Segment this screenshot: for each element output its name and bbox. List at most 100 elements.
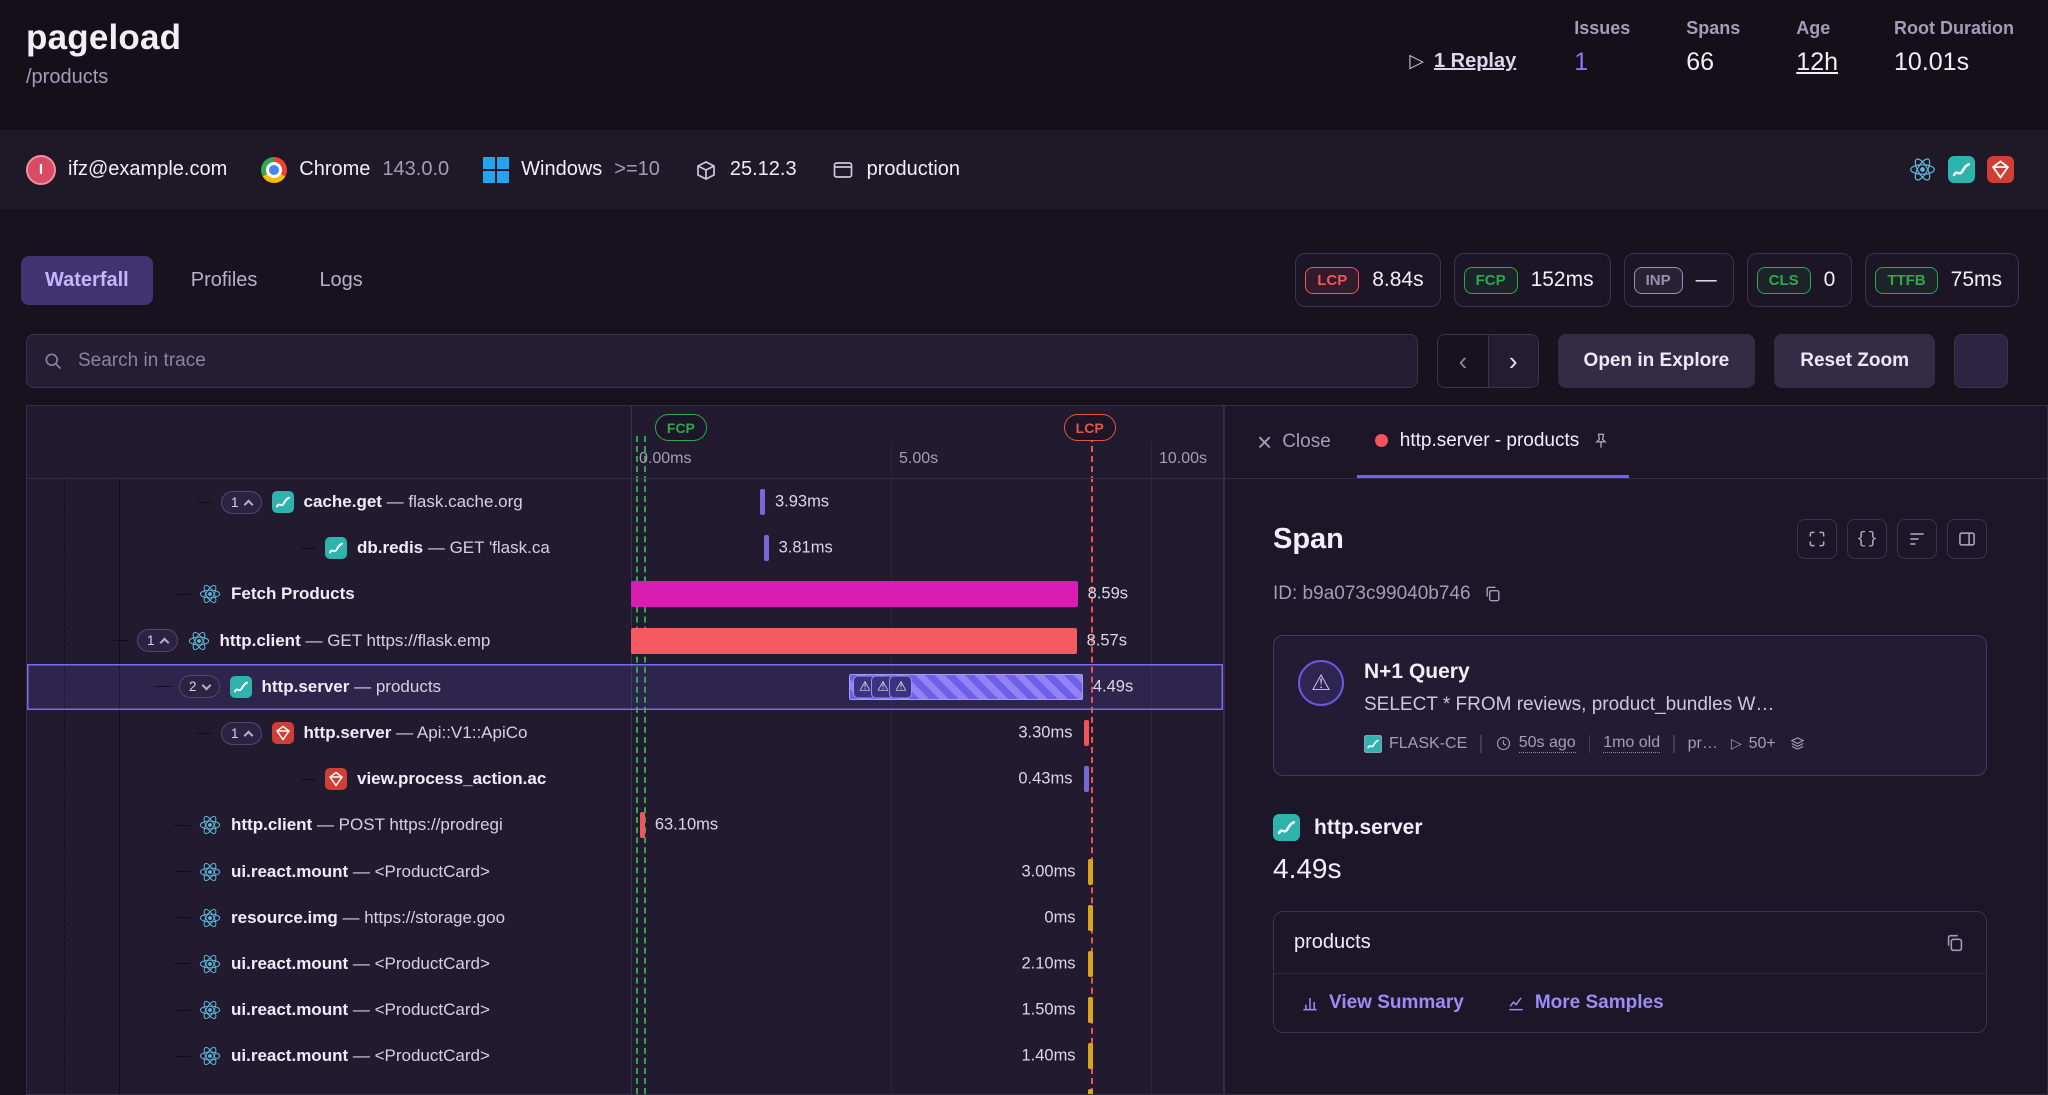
- span-bar[interactable]: [1088, 997, 1093, 1023]
- json-view-button[interactable]: { }: [1847, 519, 1887, 559]
- vital-cls[interactable]: CLS0: [1747, 253, 1853, 307]
- layout-toggle-button[interactable]: [1947, 519, 1987, 559]
- issue-replay-count[interactable]: ▷ 50+: [1731, 735, 1776, 753]
- issue-age[interactable]: 50s ago: [1495, 734, 1576, 753]
- stat-label: Issues: [1574, 18, 1630, 39]
- release-chip[interactable]: 25.12.3: [694, 158, 797, 182]
- replay-link[interactable]: ▷ 1 Replay: [1409, 50, 1516, 73]
- more-samples-link[interactable]: More Samples: [1500, 991, 1670, 1015]
- stat-label: Age: [1796, 18, 1838, 39]
- span-duration-label: 1.50ms: [1021, 1001, 1075, 1020]
- trace-waterfall: 0.00ms5.00s10.00sFCPLCP 1cache.get — fla…: [26, 405, 1224, 1095]
- stat-value: 66: [1686, 48, 1740, 77]
- span-bar[interactable]: [1088, 905, 1093, 931]
- view-summary-link[interactable]: View Summary: [1294, 991, 1470, 1015]
- user-chip[interactable]: I ifz@example.com: [26, 155, 227, 185]
- copy-icon[interactable]: [1483, 584, 1503, 604]
- stat-value[interactable]: 12h: [1796, 48, 1838, 77]
- span-row[interactable]: http.client — POST https://prodregi63.10…: [27, 802, 1223, 848]
- span-row[interactable]: ui.react.mount — <ProductCard>2.10ms: [27, 941, 1223, 987]
- page-subtitle: /products: [26, 66, 181, 89]
- stat-spans: Spans66: [1686, 18, 1740, 77]
- issue-first-seen[interactable]: 1mo old: [1603, 734, 1660, 753]
- span-bar[interactable]: [1088, 1089, 1093, 1094]
- react-icon: [199, 583, 221, 605]
- span-duration-label: 3.30ms: [1018, 724, 1072, 743]
- expand-chip[interactable]: 2: [179, 675, 220, 698]
- vital-tag: INP: [1634, 267, 1683, 294]
- issue-card[interactable]: ⚠ N+1 Query SELECT * FROM reviews, produ…: [1273, 635, 1987, 776]
- focus-icon: [1807, 529, 1827, 549]
- browser-chip[interactable]: Chrome 143.0.0: [261, 157, 449, 183]
- span-row[interactable]: 1cache.get — flask.cache.org3.93ms: [27, 479, 1223, 525]
- prev-button[interactable]: ‹: [1438, 335, 1488, 387]
- tab-logs[interactable]: Logs: [295, 256, 386, 305]
- clock-icon: [1495, 735, 1512, 752]
- settings-button[interactable]: [1954, 334, 2008, 388]
- issue-assignee: pr…: [1688, 735, 1718, 753]
- focus-span-button[interactable]: [1797, 519, 1837, 559]
- span-row[interactable]: ui.react.mount — <ProductCard>3.00ms: [27, 849, 1223, 895]
- span-name: cache.get — flask.cache.org: [304, 492, 523, 512]
- span-bar[interactable]: [760, 489, 765, 515]
- span-actions: { }: [1797, 519, 1987, 559]
- span-row[interactable]: resource.img — https://storage.goo0ms: [27, 895, 1223, 941]
- span-row[interactable]: ui.react.mount — <ProductCard>1.40ms: [27, 1033, 1223, 1079]
- span-description-card: products View Summary More Samples: [1273, 911, 1987, 1033]
- span-bar[interactable]: [1088, 1043, 1093, 1069]
- span-row[interactable]: 2http.server — products⚠⚠⚠4.49s: [27, 664, 1223, 710]
- tab-profiles[interactable]: Profiles: [167, 256, 282, 305]
- span-bar[interactable]: [1084, 720, 1089, 746]
- span-bar[interactable]: [1088, 859, 1093, 885]
- environment-chip[interactable]: production: [831, 158, 960, 182]
- profile-button[interactable]: [1897, 519, 1937, 559]
- expand-chip[interactable]: 1: [137, 629, 178, 652]
- span-duration-label: 8.57s: [1087, 631, 1127, 650]
- span-bar[interactable]: [1088, 951, 1093, 977]
- chevron-up-icon: [243, 499, 253, 509]
- react-icon: [199, 1092, 221, 1094]
- stat-root-duration: Root Duration10.01s: [1894, 18, 2014, 77]
- react-icon: [199, 1045, 221, 1067]
- span-name: http.client — POST https://prodregi: [231, 815, 503, 835]
- span-row[interactable]: db.redis — GET 'flask.ca3.81ms: [27, 525, 1223, 571]
- tab-waterfall[interactable]: Waterfall: [21, 256, 153, 305]
- ruby-icon: [272, 722, 294, 744]
- expand-chip[interactable]: 1: [221, 722, 262, 745]
- vital-ttfb[interactable]: TTFB75ms: [1865, 253, 2019, 307]
- span-row[interactable]: Fetch Products8.59s: [27, 571, 1223, 617]
- span-bar[interactable]: [764, 535, 769, 561]
- pin-icon[interactable]: [1591, 431, 1611, 451]
- react-icon: [1909, 156, 1936, 183]
- vital-fcp[interactable]: FCP152ms: [1454, 253, 1611, 307]
- copy-icon[interactable]: [1944, 932, 1966, 954]
- reset-zoom-button[interactable]: Reset Zoom: [1774, 334, 1935, 388]
- flask-icon: [230, 676, 252, 698]
- vital-lcp[interactable]: LCP8.84s: [1295, 253, 1440, 307]
- next-button[interactable]: ›: [1488, 335, 1538, 387]
- span-row[interactable]: 1http.server — Api::V1::ApiCo3.30ms: [27, 710, 1223, 756]
- span-bar[interactable]: [640, 812, 645, 838]
- span-row[interactable]: resource.img — https://storage.goo: [27, 1079, 1223, 1094]
- span-bar[interactable]: [1084, 766, 1089, 792]
- stat-value[interactable]: 1: [1574, 48, 1630, 77]
- os-chip[interactable]: Windows >=10: [483, 157, 660, 183]
- search-input[interactable]: [76, 349, 1401, 373]
- vital-inp[interactable]: INP—: [1624, 253, 1734, 307]
- flask-icon: [1273, 814, 1300, 841]
- span-bar[interactable]: [631, 628, 1077, 654]
- performance-issue-icon: ⚠: [1298, 660, 1344, 706]
- close-button[interactable]: × Close: [1251, 406, 1351, 478]
- expand-chip[interactable]: 1: [221, 491, 262, 514]
- span-row[interactable]: view.process_action.ac0.43ms: [27, 756, 1223, 802]
- flask-icon: [272, 491, 294, 513]
- span-row[interactable]: ui.react.mount — <ProductCard>1.50ms: [27, 987, 1223, 1033]
- span-row[interactable]: 1http.client — GET https://flask.emp8.57…: [27, 618, 1223, 664]
- span-detail-tab[interactable]: http.server - products: [1357, 406, 1630, 478]
- issue-description: SELECT * FROM reviews, product_bundles W…: [1364, 694, 1806, 716]
- span-warnings[interactable]: ⚠⚠⚠: [853, 675, 912, 698]
- vital-marker-fcp: FCP: [655, 414, 707, 441]
- span-name: ui.react.mount — <ProductCard>: [231, 862, 490, 882]
- span-bar[interactable]: [631, 581, 1078, 607]
- open-in-explore-button[interactable]: Open in Explore: [1558, 334, 1756, 388]
